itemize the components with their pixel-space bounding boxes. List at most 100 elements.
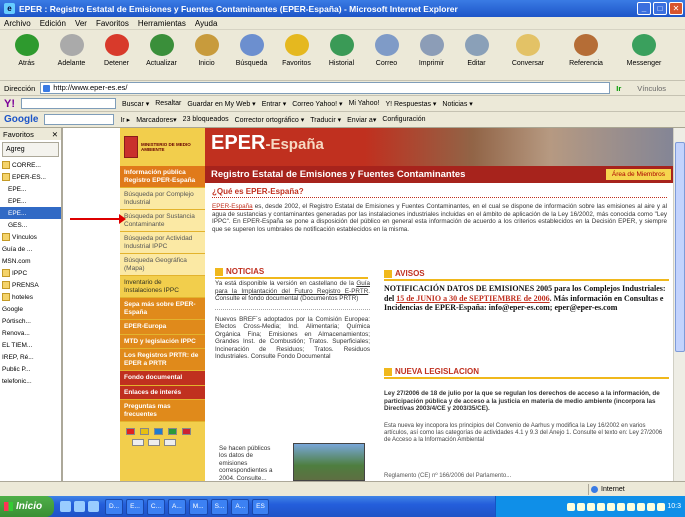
site-nav-item[interactable]: Búsqueda por Complejo Industrial — [120, 188, 205, 210]
favorite-item[interactable]: EPE... — [0, 195, 73, 264]
address-input[interactable]: http://www.eper-es.es/ — [40, 82, 611, 94]
tray-icon[interactable] — [567, 502, 576, 511]
tray-icon[interactable] — [607, 502, 616, 511]
toolbar-button-b-squeda[interactable]: Búsqueda — [229, 30, 274, 76]
yahoo-logo-icon[interactable]: Y! — [4, 98, 15, 110]
google-toolbar-item[interactable]: Traducir ▾ — [310, 116, 341, 124]
google-search-input[interactable] — [44, 114, 115, 125]
taskbar-window-button[interactable]: M... — [188, 498, 208, 515]
quick-launch-icon[interactable] — [74, 501, 85, 512]
tray-icon[interactable] — [637, 502, 646, 511]
reglamento-link[interactable]: Reglamento (CE) nº 166/2006 del Parlamen… — [384, 473, 669, 479]
favorite-item[interactable]: IREP, Ré... — [0, 256, 73, 363]
site-logo[interactable]: EPER-España — [211, 132, 324, 155]
notification-dates-link[interactable]: 15 de JUNIO a 30 de SEPTIEMBRE de 2006 — [396, 294, 549, 303]
yahoo-toolbar-item[interactable]: Guardar en My Web ▾ — [187, 100, 255, 108]
scrollbar-thumb[interactable] — [675, 142, 685, 352]
yahoo-search-input[interactable] — [21, 98, 116, 109]
site-nav-item[interactable]: Información pública Registro EPER-España — [120, 166, 205, 188]
menu-archivo[interactable]: Archivo — [4, 19, 31, 28]
google-toolbar-item[interactable]: 23 bloqueados — [183, 116, 229, 123]
menu-ayuda[interactable]: Ayuda — [195, 19, 218, 28]
taskbar-window-button[interactable]: A... — [168, 498, 186, 515]
site-nav-item[interactable]: Inventario de Instalaciones IPPC — [120, 276, 205, 298]
toolbar-button-adelante[interactable]: Adelante — [49, 30, 94, 76]
favorite-item[interactable]: GES... — [0, 219, 73, 264]
clock[interactable]: 10:3 — [667, 503, 681, 510]
toolbar-button-historial[interactable]: Historial — [319, 30, 364, 76]
tray-icon[interactable] — [597, 502, 606, 511]
links-button[interactable]: Vínculos — [637, 84, 666, 93]
close-button[interactable]: ✕ — [669, 2, 683, 15]
toolbar-button-imprimir[interactable]: Imprimir — [409, 30, 454, 76]
site-nav-item[interactable]: Enlaces de interés — [120, 385, 205, 400]
site-nav-item[interactable]: MTD y legislación IPPC — [120, 334, 205, 349]
site-nav-item[interactable]: Búsqueda por Sustancia Contaminante — [120, 210, 205, 232]
window-title-bar[interactable]: e EPER : Registro Estatal de Emisiones y… — [0, 0, 685, 17]
yahoo-toolbar-item[interactable]: Y! Respuestas ▾ — [385, 100, 436, 108]
favorite-item[interactable]: EPE... — [0, 183, 73, 264]
tray-icon[interactable] — [627, 502, 636, 511]
taskbar-window-button[interactable]: S... — [210, 498, 229, 515]
favorite-item[interactable]: Vínculos — [0, 231, 61, 243]
menu-ver[interactable]: Ver — [75, 19, 87, 28]
yahoo-toolbar-item[interactable]: Mi Yahoo! — [349, 100, 380, 107]
favorite-item[interactable]: telefonic... — [0, 256, 73, 387]
favorite-item[interactable]: EPE... — [0, 207, 73, 264]
favorite-item[interactable]: EPER-ES... — [0, 171, 61, 183]
toolbar-button-detener[interactable]: Detener — [94, 30, 139, 76]
ministry-logo[interactable]: MINISTERIO DE MEDIO AMBIENTE — [120, 128, 205, 166]
site-nav-item[interactable]: Búsqueda por Actividad Industrial IPPC — [120, 232, 205, 254]
favorite-item[interactable]: Guía de ... — [0, 243, 73, 264]
google-toolbar-item[interactable]: Configuración — [382, 116, 425, 123]
menu-favoritos[interactable]: Favoritos — [96, 19, 129, 28]
google-toolbar-item[interactable]: Enviar a▾ — [347, 116, 376, 124]
language-flag-icon[interactable] — [182, 428, 191, 435]
favorite-item[interactable]: PRENSA — [0, 279, 61, 291]
menu-edicion[interactable]: Edición — [40, 19, 66, 28]
tray-icon[interactable] — [647, 502, 656, 511]
toolbar-button-inicio[interactable]: Inicio — [184, 30, 229, 76]
taskbar-window-button[interactable]: E... — [126, 498, 144, 515]
toolbar-button-conversar[interactable]: Conversar — [499, 30, 557, 76]
language-flag-icon[interactable] — [168, 428, 177, 435]
google-toolbar-item[interactable]: Marcadores▾ — [136, 116, 176, 124]
site-nav-item[interactable]: Sepa más sobre EPER-España — [120, 298, 205, 320]
vertical-scrollbar[interactable] — [673, 128, 685, 481]
favorite-item[interactable]: Public P... — [0, 256, 73, 375]
accessibility-icon[interactable] — [132, 439, 144, 446]
accessibility-icon[interactable] — [148, 439, 160, 446]
menu-herramientas[interactable]: Herramientas — [138, 19, 186, 28]
yahoo-toolbar-item[interactable]: Correo Yahoo! ▾ — [292, 100, 342, 108]
yahoo-toolbar-item[interactable]: Buscar ▾ — [122, 100, 149, 108]
maximize-button[interactable]: □ — [653, 2, 667, 15]
tray-icon[interactable] — [577, 502, 586, 511]
accessibility-icon[interactable] — [164, 439, 176, 446]
google-logo-icon[interactable]: Google — [4, 114, 38, 125]
yahoo-toolbar-item[interactable]: Noticias ▾ — [442, 100, 472, 108]
eper-espana-link[interactable]: EPER-España — [212, 203, 253, 210]
taskbar-window-button[interactable]: ES — [252, 498, 269, 515]
language-flag-icon[interactable] — [154, 428, 163, 435]
site-nav-item[interactable]: Preguntas mas frecuentes — [120, 400, 205, 422]
taskbar-window-button[interactable]: D... — [105, 498, 124, 515]
favorite-item[interactable]: Renova... — [0, 256, 73, 339]
tray-icon[interactable] — [617, 502, 626, 511]
favorite-item[interactable]: CORRE... — [0, 159, 61, 171]
go-button[interactable]: Ir — [616, 84, 621, 93]
yahoo-toolbar-item[interactable]: Resaltar — [155, 100, 181, 107]
language-flag-icon[interactable] — [140, 428, 149, 435]
favorite-item[interactable]: EL TIEM... — [0, 256, 73, 351]
google-toolbar-item[interactable]: Corrector ortográfico ▾ — [235, 116, 305, 124]
site-nav-item[interactable]: Los Registros PRTR: de EPER a PRTR — [120, 349, 205, 371]
toolbar-button-favoritos[interactable]: Favoritos — [274, 30, 319, 76]
tray-icon[interactable] — [657, 502, 666, 511]
toolbar-button-atr-s[interactable]: Atrás — [4, 30, 49, 76]
quick-launch-icon[interactable] — [88, 501, 99, 512]
site-nav-item[interactable]: EPER-Europa — [120, 320, 205, 335]
close-favorites-icon[interactable]: ✕ — [52, 130, 58, 139]
toolbar-button-messenger[interactable]: Messenger — [615, 30, 673, 76]
favorite-item[interactable]: Pórtisch... — [0, 256, 73, 327]
publications-box[interactable]: Se hacen públicos los datos de emisiones… — [213, 443, 368, 481]
minimize-button[interactable]: _ — [637, 2, 651, 15]
